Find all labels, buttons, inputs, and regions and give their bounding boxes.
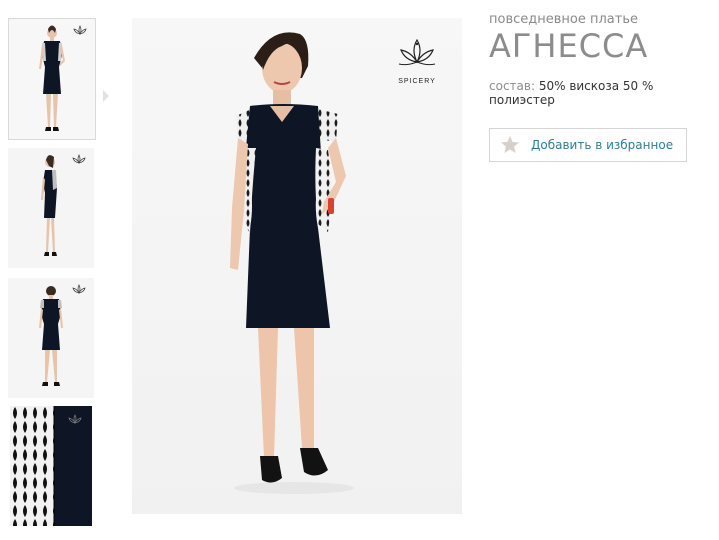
active-thumbnail-pointer bbox=[103, 90, 109, 102]
brand-logo-icon bbox=[72, 154, 86, 164]
lotus-logo-icon bbox=[398, 38, 436, 66]
brand-logo-icon bbox=[73, 25, 87, 35]
thumbnail-side-image bbox=[8, 148, 94, 268]
brand-logo-icon bbox=[72, 284, 86, 294]
brand-name: SPICERY bbox=[398, 78, 436, 85]
brand-logo-icon bbox=[68, 414, 82, 424]
model-in-dress-image bbox=[230, 32, 354, 494]
star-icon bbox=[501, 136, 519, 153]
product-title: АГНЕССА bbox=[489, 27, 649, 65]
add-to-favorites-label: Добавить в избранное bbox=[531, 138, 674, 152]
product-info: повседневное платье АГНЕССА состав: 50% … bbox=[489, 12, 714, 162]
add-to-favorites-button[interactable]: Добавить в избранное bbox=[489, 128, 687, 162]
product-category: повседневное платье bbox=[489, 12, 638, 27]
main-product-photo[interactable]: SPICERY bbox=[132, 18, 462, 514]
thumbnail-side[interactable] bbox=[8, 148, 94, 268]
thumbnail-front-image bbox=[9, 19, 95, 139]
thumbnail-fabric[interactable] bbox=[10, 406, 92, 526]
composition-label: состав: bbox=[489, 79, 535, 93]
thumbnail-back-image bbox=[8, 278, 94, 398]
product-composition: состав: 50% вискоза 50 % полиэстер bbox=[489, 79, 714, 107]
brand-logo: SPICERY bbox=[390, 38, 444, 85]
thumbnail-back[interactable] bbox=[8, 278, 94, 398]
thumbnail-front[interactable] bbox=[8, 18, 96, 140]
